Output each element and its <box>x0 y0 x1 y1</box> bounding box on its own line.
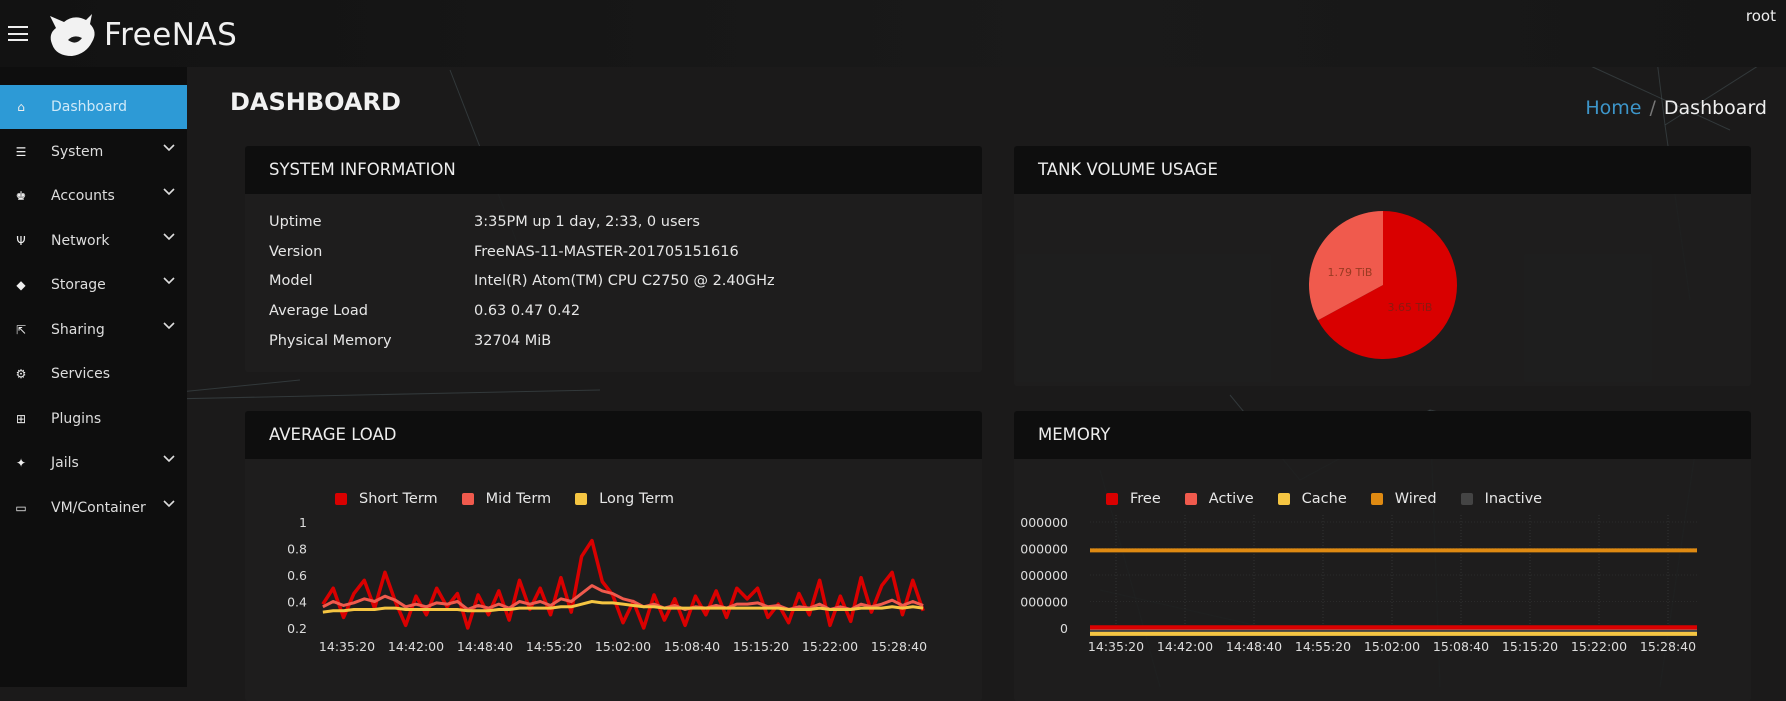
legend-label: Active <box>1208 491 1254 507</box>
sidebar-item-accounts[interactable]: ♚ Accounts <box>0 174 187 218</box>
legend-swatch <box>335 493 347 505</box>
chevron-down-icon[interactable] <box>163 499 175 508</box>
legend-swatch <box>1106 493 1118 505</box>
info-row: Version FreeNAS-11-MASTER-201705151616 <box>269 243 739 260</box>
sidebar-item-label: Storage <box>51 277 106 293</box>
share-icon: ⇱ <box>15 322 27 337</box>
sidebar-item-network[interactable]: Ψ Network <box>0 219 187 263</box>
app-name: FreeNAS <box>104 17 238 53</box>
info-value: Intel(R) Atom(TM) CPU C2750 @ 2.40GHz <box>474 273 775 290</box>
legend-swatch <box>1370 493 1383 505</box>
sidebar-item-label: Dashboard <box>51 99 127 115</box>
home-icon: ⌂ <box>17 100 25 114</box>
average-load-panel: AVERAGE LOAD Short Term Mid Term Long Term <box>245 411 982 701</box>
legend-item[interactable]: Wired <box>1370 491 1437 507</box>
legend-label: Wired <box>1394 491 1437 507</box>
chevron-down-icon[interactable] <box>163 455 175 463</box>
panel-title: AVERAGE LOAD <box>245 411 982 459</box>
info-label: Version <box>269 243 323 260</box>
info-row: Average Load 0.63 0.47 0.42 <box>269 303 580 320</box>
info-row: Physical Memory 32704 MiB <box>269 332 551 349</box>
info-value: 3:35PM up 1 day, 2:33, 0 users <box>474 214 700 230</box>
sidebar-item-label: Plugins <box>51 410 102 427</box>
sidebar-item-plugins[interactable]: ⊞ Plugins <box>0 397 187 441</box>
sidebar-item-storage[interactable]: ◆ Storage <box>0 263 187 307</box>
sidebar-item-vm-container[interactable]: ▭ VM/Container <box>0 486 187 530</box>
sidebar-item-label: VM/Container <box>51 499 146 516</box>
shark-logo-icon <box>50 14 95 56</box>
legend-item[interactable]: Short Term <box>335 491 438 507</box>
legend-label: Long Term <box>599 491 675 507</box>
sidebar-item-label: Network <box>51 232 110 249</box>
legend-swatch <box>575 493 588 505</box>
legend-swatch <box>1184 493 1197 505</box>
users-icon: ♚ <box>15 189 27 203</box>
sidebar-item-label: Accounts <box>51 188 115 204</box>
average-load-legend: Short Term Mid Term Long Term <box>335 491 698 507</box>
sliders-icon: ☰ <box>15 144 27 159</box>
sidebar-item-services[interactable]: ⚙ Services <box>0 352 187 396</box>
monitor-icon: ▭ <box>15 500 27 515</box>
menu-toggle-icon[interactable] <box>8 26 28 41</box>
sidebar: ⌂ Dashboard ☰ System ♚ Accounts Ψ Network ◆ Stora… <box>0 67 187 687</box>
breadcrumb-current: Dashboard <box>1663 97 1767 119</box>
sidebar-item-label: System <box>51 143 104 160</box>
legend-label: Cache <box>1301 491 1347 507</box>
freenas-logo[interactable]: FreeNAS <box>46 12 237 58</box>
user-menu[interactable]: root <box>1746 7 1776 25</box>
legend-label: Short Term <box>359 491 438 507</box>
network-icon: Ψ <box>16 233 26 248</box>
info-label: Uptime <box>269 214 322 230</box>
chevron-down-icon[interactable] <box>163 277 175 285</box>
sidebar-item-system[interactable]: ☰ System <box>0 130 187 174</box>
legend-item[interactable]: Inactive <box>1460 491 1543 507</box>
page-title: DASHBOARD <box>230 88 401 116</box>
legend-item[interactable]: Cache <box>1277 491 1347 507</box>
panel-title: TANK VOLUME USAGE <box>1014 146 1751 194</box>
sidebar-item-label: Jails <box>51 455 79 471</box>
legend-item[interactable]: Long Term <box>575 491 674 507</box>
info-value: FreeNAS-11-MASTER-201705151616 <box>474 243 739 260</box>
sidebar-item-label: Services <box>51 366 111 382</box>
panel-title: SYSTEM INFORMATION <box>245 146 982 194</box>
cube-icon: ◆ <box>16 278 26 292</box>
legend-item[interactable]: Mid Term <box>461 491 552 507</box>
system-information-panel: SYSTEM INFORMATION Uptime 3:35PM up 1 day… <box>245 146 982 372</box>
legend-swatch <box>461 493 474 505</box>
legend-label: Free <box>1130 491 1161 507</box>
info-label: Physical Memory <box>269 332 392 349</box>
sidebar-item-dashboard[interactable]: ⌂ Dashboard <box>0 85 187 129</box>
legend-swatch <box>1460 493 1473 505</box>
memory-panel: MEMORY Free Active Cache Wired Inactive <box>1014 411 1751 701</box>
legend-label: Inactive <box>1484 491 1543 507</box>
grid-icon: ⊞ <box>15 411 27 426</box>
sidebar-item-sharing[interactable]: ⇱ Sharing <box>0 308 187 352</box>
gear-icon: ⚙ <box>15 367 27 381</box>
breadcrumb-home-link[interactable]: Home <box>1585 97 1641 119</box>
panel-title: MEMORY <box>1014 411 1751 459</box>
jail-icon: ✦ <box>15 456 27 470</box>
info-label: Average Load <box>269 303 368 320</box>
info-label: Model <box>269 273 313 290</box>
legend-item[interactable]: Active <box>1184 491 1254 507</box>
sidebar-item-jails[interactable]: ✦ Jails <box>0 441 187 485</box>
legend-label: Mid Term <box>485 491 552 507</box>
breadcrumb: Home / Dashboard <box>1585 97 1767 119</box>
top-bar: FreeNAS root <box>0 0 1786 67</box>
chevron-down-icon[interactable] <box>163 232 175 241</box>
info-row: Model Intel(R) Atom(TM) CPU C2750 @ 2.40G… <box>269 273 775 290</box>
legend-item[interactable]: Free <box>1106 491 1161 507</box>
chevron-down-icon[interactable] <box>163 321 175 330</box>
breadcrumb-separator: / <box>1649 97 1656 119</box>
memory-legend: Free Active Cache Wired Inactive <box>1106 491 1566 507</box>
info-row: Uptime 3:35PM up 1 day, 2:33, 0 users <box>269 214 700 230</box>
info-value: 32704 MiB <box>474 332 552 349</box>
legend-swatch <box>1277 493 1290 505</box>
chevron-down-icon[interactable] <box>163 188 175 196</box>
sidebar-item-label: Sharing <box>51 321 105 338</box>
info-value: 0.63 0.47 0.42 <box>474 303 581 320</box>
chevron-down-icon[interactable] <box>163 143 175 152</box>
tank-volume-usage-panel: TANK VOLUME USAGE <box>1014 146 1751 386</box>
